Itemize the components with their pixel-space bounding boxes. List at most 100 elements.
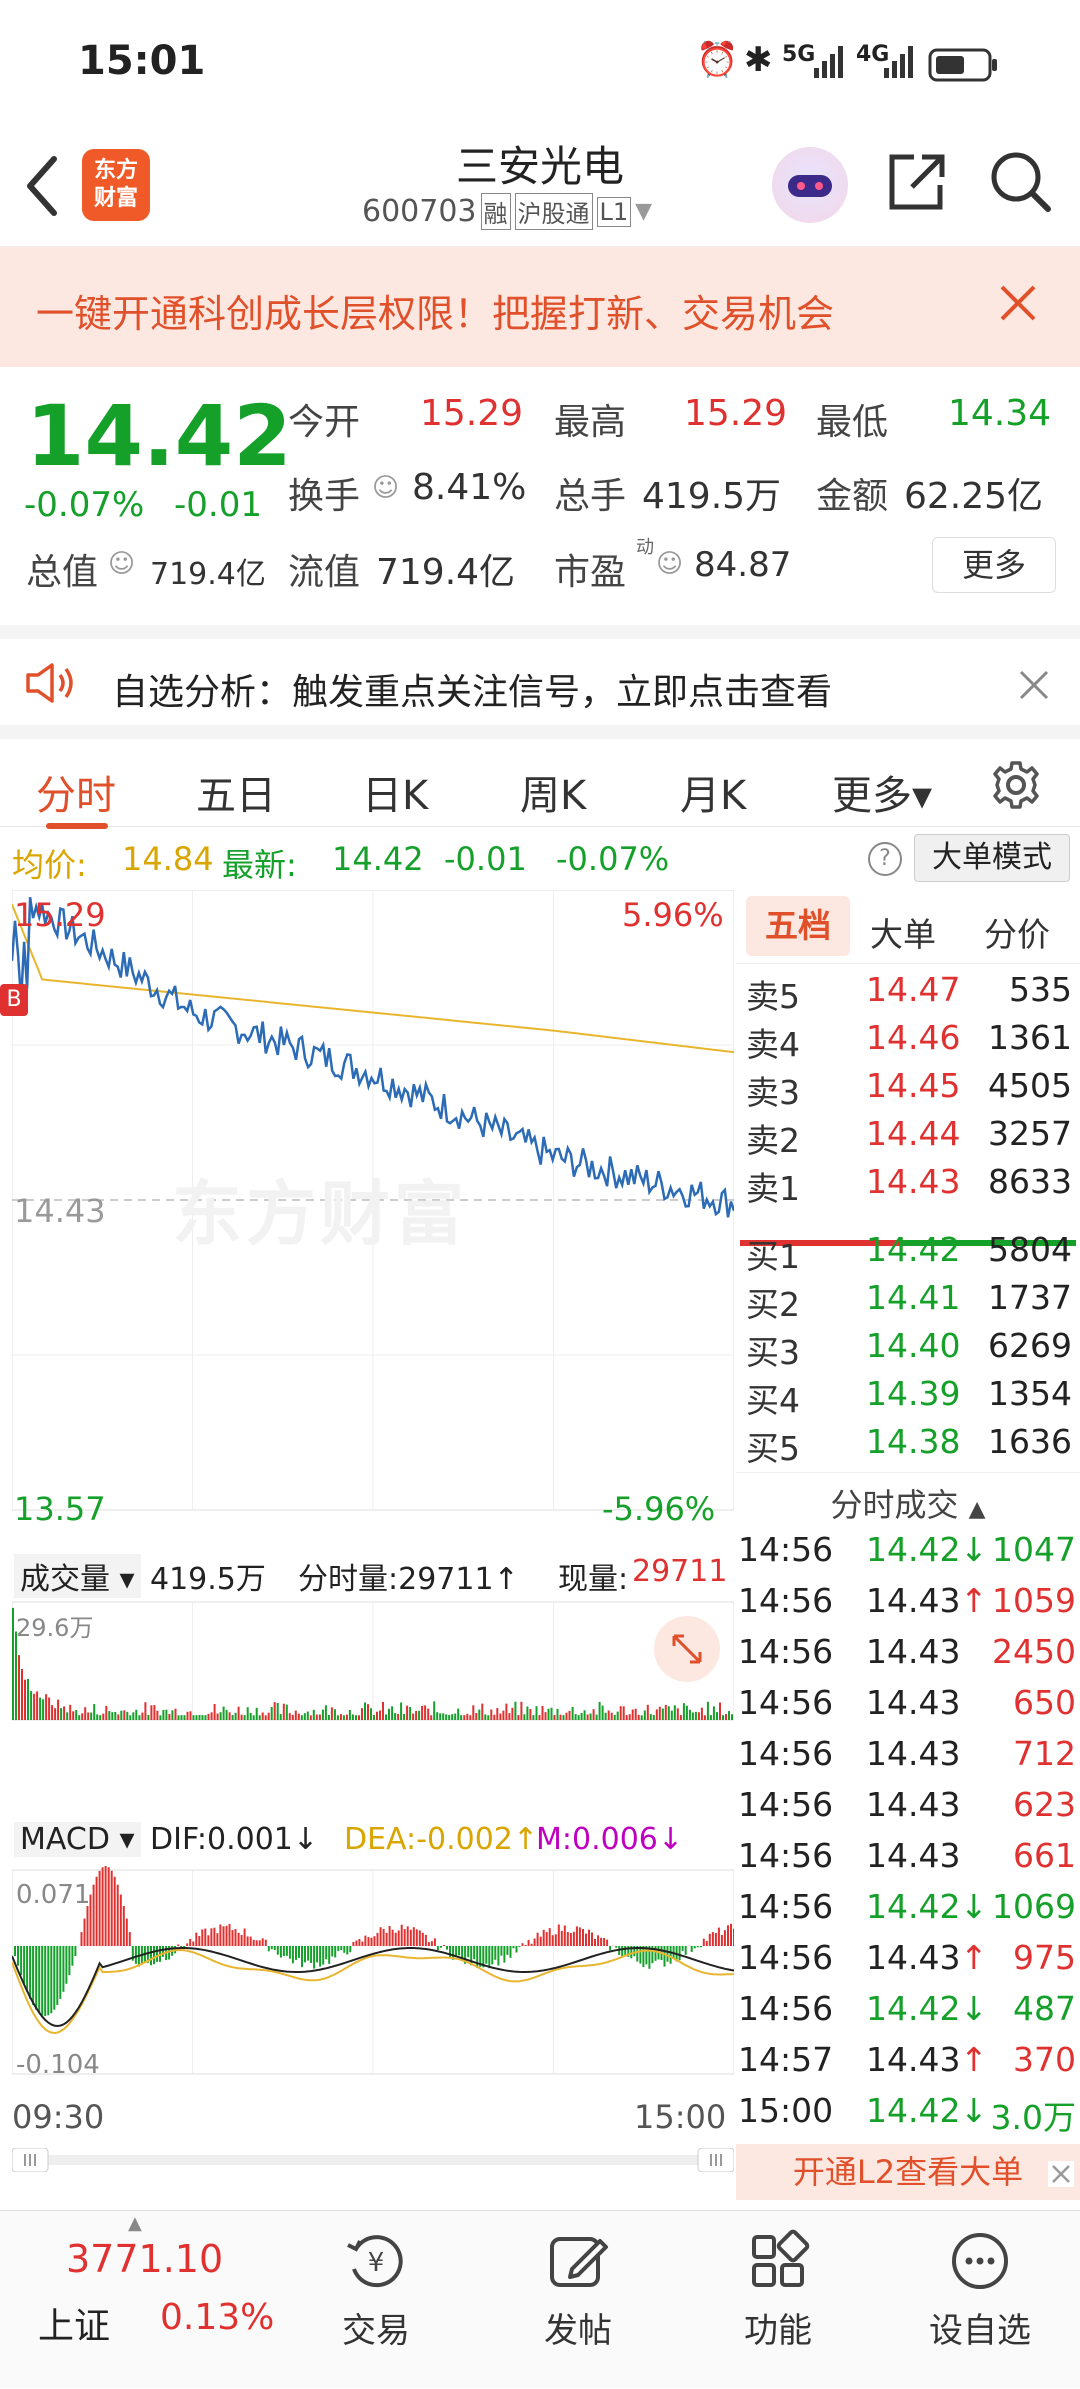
bid-row[interactable]: 买4 14.39 1354	[736, 1374, 1080, 1422]
volume-bar	[385, 1714, 387, 1720]
turnover-value: 8.41%	[412, 467, 527, 508]
ask-row[interactable]: 卖5 14.47 535	[736, 970, 1080, 1018]
tab-monthly-k[interactable]: 月K	[680, 763, 746, 821]
big-order-mode-button[interactable]: 大单模式	[914, 834, 1070, 882]
volume-bar	[439, 1713, 442, 1720]
alarm-icon: ⏰	[696, 40, 739, 80]
volume-bar	[318, 1714, 321, 1720]
stock-code-row[interactable]: 600703 融 沪股通 L1 ▼	[362, 193, 652, 230]
assistant-avatar-icon[interactable]	[772, 147, 848, 223]
volume-bar	[21, 1669, 23, 1720]
volume-bar	[93, 1704, 96, 1720]
ask-row[interactable]: 卖3 14.45 4505	[736, 1066, 1080, 1114]
bid-price: 14.42	[866, 1230, 961, 1269]
expand-icon[interactable]	[654, 1616, 720, 1682]
close-icon[interactable]	[998, 283, 1038, 323]
volume-bar	[367, 1704, 369, 1720]
bid-row[interactable]: 买1 14.42 5804	[736, 1230, 1080, 1278]
promo-banner[interactable]: 一键开通科创成长层权限！把握打新、交易机会	[0, 247, 1080, 367]
tab-five-level[interactable]: 五档	[746, 896, 850, 956]
volume-bar	[731, 1714, 733, 1720]
nav-add-watchlist[interactable]: 设自选	[900, 2211, 1060, 2389]
intraday-chart[interactable]: 15.29 5.96% 14.43 13.57 -5.96% B 东方财富 成交…	[0, 890, 735, 2173]
nav-post[interactable]: 发帖	[498, 2211, 658, 2389]
nav-trade-label: 交易	[342, 2311, 410, 2351]
volume-bar	[610, 1712, 613, 1720]
l2-close-icon[interactable]	[1048, 2148, 1074, 2187]
ask-row[interactable]: 卖4 14.46 1361	[736, 1018, 1080, 1066]
volume-bar	[589, 1713, 592, 1720]
volume-selector[interactable]: 成交量 ▾	[14, 1554, 141, 1598]
turnover-label: 换手	[288, 476, 361, 517]
macd-selector-label: MACD	[20, 1822, 110, 1857]
trade-volume: 1059	[992, 1581, 1076, 1620]
volume-bar	[42, 1699, 45, 1720]
volume-bar	[427, 1708, 430, 1720]
index-ticker[interactable]: ▲ 3771.10 上证 0.13%	[0, 2211, 274, 2389]
macd-selector[interactable]: MACD ▾	[14, 1822, 141, 1857]
volume-bar	[342, 1715, 345, 1720]
trade-row: 14:56 14.42 ↓ 487	[736, 1989, 1080, 2040]
bid-label: 买4	[746, 1381, 800, 1420]
watermark: 东方财富	[172, 1173, 468, 1255]
bid-row[interactable]: 买3 14.40 6269	[736, 1326, 1080, 1374]
tab-five-day[interactable]: 五日	[196, 763, 276, 821]
volume-bar	[679, 1715, 682, 1720]
volume-bar	[210, 1712, 213, 1720]
info-icon[interactable]: ☺	[108, 549, 135, 579]
bid-row[interactable]: 买2 14.41 1737	[736, 1278, 1080, 1326]
analysis-notice[interactable]: 自选分析：触发重点关注信号，立即点击查看	[0, 625, 1080, 725]
volume-total: 419.5万	[150, 1562, 266, 1597]
volume-bar	[72, 1711, 75, 1720]
tab-weekly-k[interactable]: 周K	[520, 763, 586, 821]
gear-icon[interactable]	[990, 759, 1042, 811]
share-icon[interactable]	[884, 149, 948, 215]
bid-row[interactable]: 买5 14.38 1636	[736, 1422, 1080, 1470]
nav-trade[interactable]: ¥ 交易	[296, 2211, 456, 2389]
volume-bar	[132, 1712, 135, 1720]
volume-bar	[379, 1710, 381, 1720]
volume-bar	[388, 1708, 390, 1720]
volume-bar	[90, 1712, 93, 1720]
tab-price-dist[interactable]: 分价	[984, 908, 1050, 956]
trade-time: 14:56	[738, 1683, 834, 1722]
volume-bar	[649, 1714, 652, 1720]
ask-row[interactable]: 卖1 14.43 8633	[736, 1162, 1080, 1210]
buy-marker[interactable]: B	[0, 984, 28, 1016]
volume-bar	[496, 1708, 499, 1720]
volume-bar	[469, 1715, 472, 1720]
tab-big-order[interactable]: 大单	[870, 908, 936, 956]
ask-price: 14.47	[866, 970, 961, 1009]
tab-intraday[interactable]: 分时	[36, 763, 116, 821]
trade-volume: 370	[1013, 2040, 1076, 2079]
tab-daily-k[interactable]: 日K	[362, 763, 428, 821]
chart-scrollbar[interactable]	[11, 2147, 735, 2173]
volume-bar	[685, 1705, 688, 1720]
volume-bar	[472, 1705, 475, 1720]
search-icon[interactable]	[988, 149, 1054, 215]
l2-banner[interactable]: 开通L2查看大单	[736, 2144, 1080, 2200]
volume-bar	[78, 1715, 81, 1720]
volume-bar	[598, 1701, 601, 1720]
back-icon[interactable]	[22, 151, 62, 221]
tab-more[interactable]: 更多▾	[832, 763, 932, 821]
volume-bar	[177, 1715, 180, 1720]
ask-row[interactable]: 卖2 14.44 3257	[736, 1114, 1080, 1162]
help-icon[interactable]: ?	[868, 842, 902, 876]
more-button[interactable]: 更多	[932, 537, 1056, 593]
volume-bar	[586, 1714, 589, 1720]
bid-volume: 6269	[988, 1326, 1072, 1365]
nav-function[interactable]: 功能	[698, 2211, 858, 2389]
status-bar: 15:01 ⏰ ✱ 5G 4G	[0, 0, 1080, 125]
volume-bar	[276, 1703, 279, 1720]
volume-bar	[60, 1708, 63, 1720]
volume-bar	[484, 1714, 487, 1720]
trade-row: 14:56 14.42 ↓ 1047	[736, 1530, 1080, 1581]
notice-close-icon[interactable]	[1018, 669, 1050, 701]
volume-bar	[394, 1713, 397, 1720]
trades-header[interactable]: 分时成交 ▲	[736, 1480, 1080, 1526]
turnover-info-icon[interactable]: ☺	[372, 473, 399, 503]
order-panel: 五档 大单 分价 卖5 14.47 535 卖4 14.46 1361 卖3 14.45 450…	[736, 890, 1080, 2200]
pe-info-icon[interactable]: ☺	[656, 549, 683, 579]
index-value: 3771.10	[66, 2237, 224, 2281]
